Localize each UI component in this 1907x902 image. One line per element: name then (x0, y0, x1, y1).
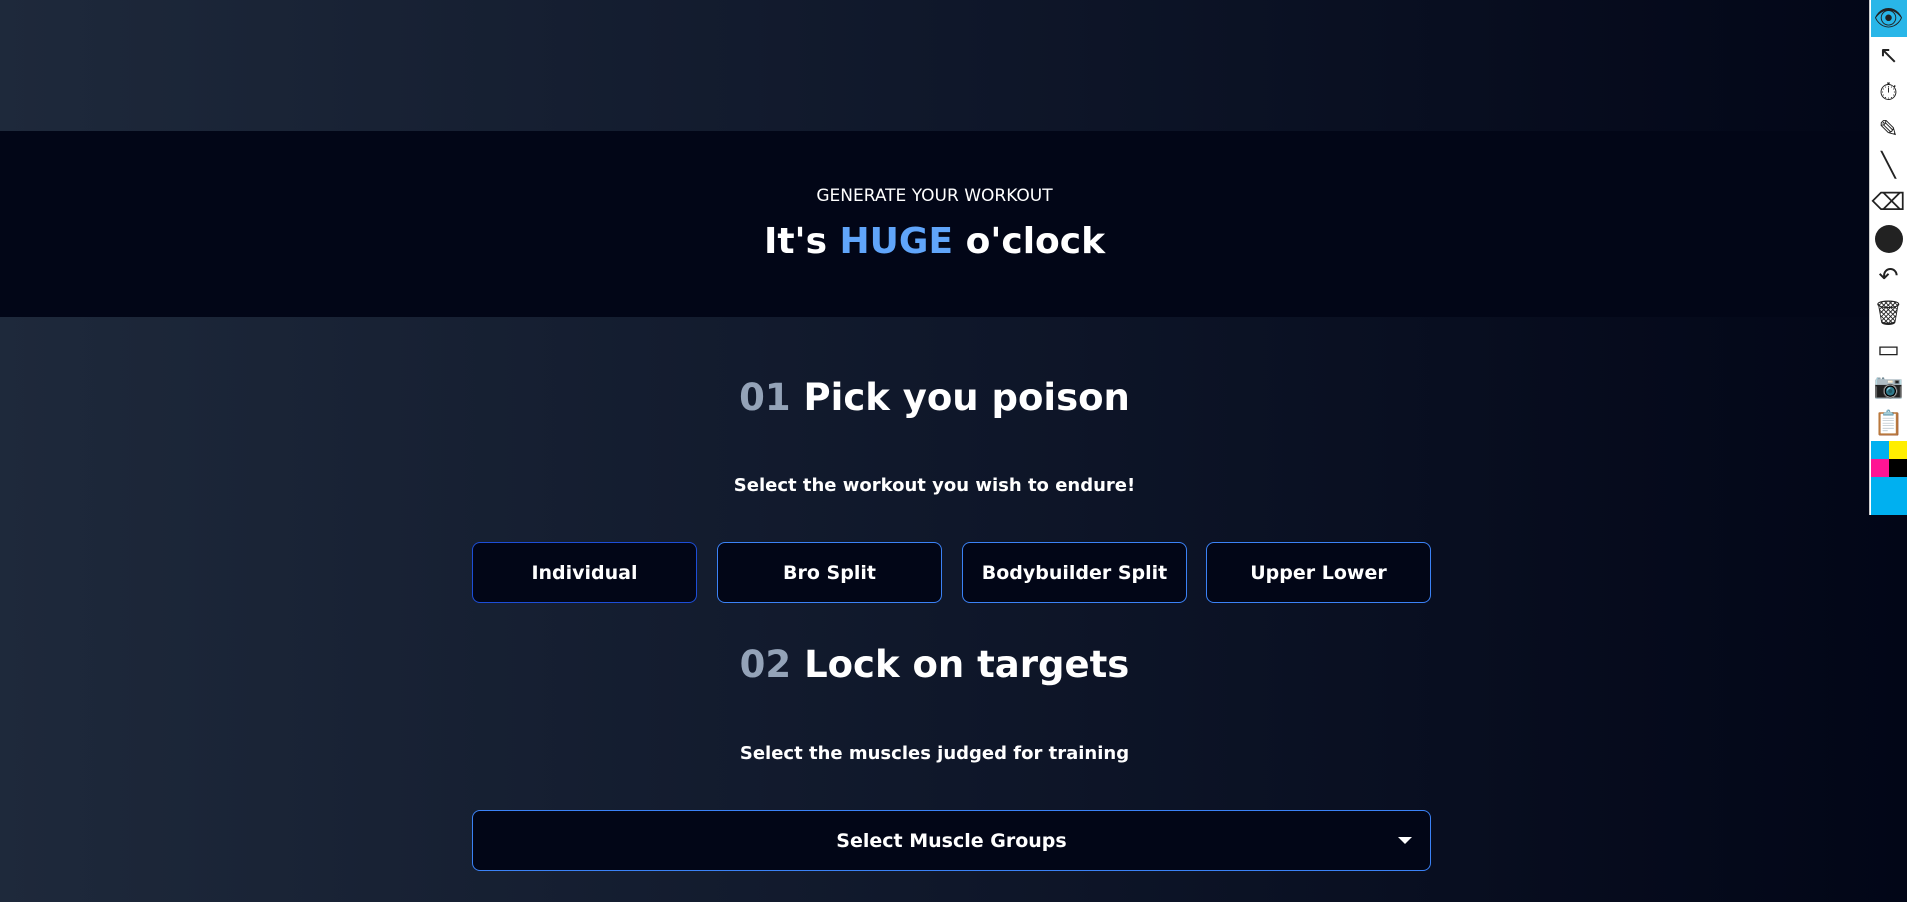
select-placeholder: Select Muscle Groups (836, 829, 1067, 852)
trash-icon[interactable]: 🗑 (1871, 294, 1907, 331)
color-swatch-yellow[interactable] (1888, 441, 1907, 460)
option-bro-split[interactable]: Bro Split (717, 542, 942, 603)
step2-subtitle: Select the muscles judged for training (739, 743, 1130, 764)
page-title: It's HUGE o'clock (0, 221, 1869, 262)
caret-down-icon (1398, 837, 1412, 844)
annotation-toolbar: 👁 ↖ ⏱ ✎ ╲ ⌫ ↶ 🗑 ▭ 📷 📋 (1869, 0, 1907, 515)
pencil-icon[interactable]: ✎ (1871, 110, 1907, 147)
title-highlight: HUGE (839, 221, 954, 262)
header-band: GENERATE YOUR WORKOUT It's HUGE o'clock (0, 131, 1869, 317)
line-icon[interactable]: ╲ (1871, 147, 1907, 184)
option-bodybuilder-split[interactable]: Bodybuilder Split (962, 542, 1187, 603)
step-number: 01 (739, 376, 791, 419)
eyebrow: GENERATE YOUR WORKOUT (816, 186, 1053, 206)
title-pre: It's (763, 221, 840, 262)
step-number: 02 (739, 643, 792, 686)
timer-off-icon[interactable]: ⏱ (1871, 74, 1907, 111)
cursor-icon[interactable]: ↖ (1871, 37, 1907, 74)
current-color[interactable] (1870, 477, 1907, 515)
circle-icon[interactable] (1871, 221, 1907, 258)
step-title: Pick you poison (803, 376, 1130, 419)
eraser-icon[interactable]: ⌫ (1871, 184, 1907, 221)
muscle-group-select[interactable]: Select Muscle Groups (472, 810, 1431, 871)
color-palette[interactable] (1870, 441, 1907, 478)
eye-icon[interactable]: 👁 (1870, 0, 1907, 37)
color-swatch-blue[interactable] (1870, 441, 1889, 460)
title-post: o'clock (953, 221, 1106, 262)
board-icon[interactable]: ▭ (1871, 331, 1907, 368)
option-individual[interactable]: Individual (472, 542, 697, 603)
option-upper-lower[interactable]: Upper Lower (1206, 542, 1431, 603)
camera-icon[interactable]: 📷 (1871, 368, 1907, 405)
step-title: Lock on targets (804, 643, 1130, 686)
step1-subtitle: Select the workout you wish to endure! (733, 475, 1136, 496)
step1-heading: 01 Pick you poison (0, 376, 1869, 419)
undo-icon[interactable]: ↶ (1871, 257, 1907, 294)
color-swatch-black[interactable] (1888, 459, 1907, 478)
clipboard-icon[interactable]: 📋 (1871, 404, 1907, 441)
color-swatch-pink[interactable] (1870, 459, 1889, 478)
step2-heading: 02 Lock on targets (0, 643, 1869, 686)
